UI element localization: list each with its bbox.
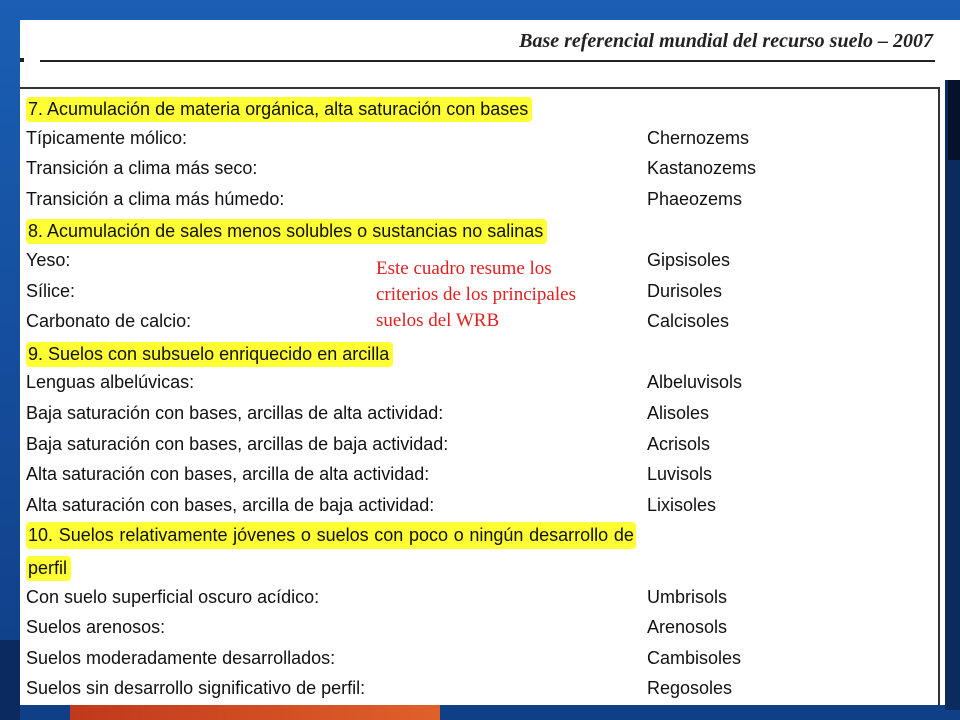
- heading-word: o: [453, 525, 464, 546]
- section-heading-text: 8. Acumulación de sales menos solubles o…: [26, 219, 548, 245]
- slide-right-bar-accent: [948, 80, 960, 160]
- criterion-text: Sílice:: [26, 280, 76, 301]
- criterion-text: Suelos sin desarrollo significativo de p…: [26, 678, 366, 699]
- heading-word: desarrollo: [529, 525, 609, 546]
- section-heading-text: 9. Suelos con subsuelo enriquecido en ar…: [26, 341, 394, 367]
- document-header-title: Base referencial mundial del recurso sue…: [519, 30, 933, 52]
- criterion-text: Lenguas albelúvicas:: [26, 372, 195, 393]
- heading-word: Suelos: [58, 525, 114, 546]
- section-heading-text: perfil: [26, 556, 72, 581]
- slide-bottom-accent: [70, 705, 440, 720]
- criterion-text: Con suelo superficial oscuro acídico:: [26, 586, 320, 607]
- soil-group-name: Cambisoles: [647, 647, 742, 668]
- soil-group-name: Luvisols: [647, 464, 713, 485]
- criterion-text: Carbonato de calcio:: [26, 311, 192, 332]
- document-page: Base referencial mundial del recurso sue…: [20, 20, 945, 705]
- heading-word: poco: [408, 525, 449, 546]
- annotation-line: suelos del WRB: [376, 310, 500, 331]
- criterion-text: Baja saturación con bases, arcillas de a…: [26, 403, 444, 423]
- criterion-text: Transición a clima más seco:: [26, 158, 258, 179]
- heading-word: jóvenes: [233, 525, 296, 546]
- soil-group-name: Regosoles: [647, 678, 733, 699]
- heading-word: de: [613, 525, 634, 546]
- criterion-text: Yeso:: [26, 250, 71, 270]
- criterion-text: Alta saturación con bases, arcilla de al…: [26, 464, 430, 485]
- soil-group-name: Durisoles: [647, 280, 723, 301]
- annotation-line: Este cuadro resume los: [376, 258, 552, 279]
- heading-word: ningún: [469, 525, 524, 546]
- soil-group-name: Albeluvisols: [647, 372, 743, 393]
- criterion-text: Suelos moderadamente desarrollados:: [26, 647, 336, 668]
- heading-word: 10.: [28, 525, 54, 546]
- criterion-text: Baja saturación con bases, arcillas de b…: [26, 433, 449, 454]
- criterion-text: Típicamente mólico:: [26, 127, 188, 148]
- soil-group-name: Gipsisoles: [647, 250, 731, 270]
- soil-group-name: Acrisols: [647, 433, 711, 454]
- criterion-text: Suelos arenosos:: [26, 617, 166, 638]
- soil-group-name: Alisoles: [647, 403, 710, 423]
- annotation-line: criterios de los principales: [376, 284, 576, 305]
- soil-group-name: Arenosols: [647, 617, 728, 638]
- section-heading-text: 10. Suelos relativamente jóvenes o suelos con p…: [28, 525, 634, 546]
- criterion-text: Transición a clima más húmedo:: [26, 188, 285, 209]
- soil-group-name: Phaeozems: [647, 188, 743, 209]
- soil-group-name: Lixisoles: [647, 494, 717, 515]
- heading-word: relativamente: [119, 525, 228, 546]
- classification-table: 7. Acumulación de materia orgánica, alta…: [20, 87, 940, 705]
- soil-group-name: Calcisoles: [647, 311, 730, 332]
- slide-left-accent: [0, 640, 20, 720]
- annotation-note: Este cuadro resume los criterios de los …: [376, 256, 646, 334]
- heading-word: con: [374, 525, 404, 546]
- header-rule: [40, 60, 935, 62]
- section-heading-text: 7. Acumulación de materia orgánica, alta…: [26, 97, 533, 122]
- rule-tick: [20, 58, 24, 62]
- criterion-text: Alta saturación con bases, arcilla de ba…: [26, 494, 435, 515]
- soil-group-name: Umbrisols: [647, 586, 728, 607]
- soil-group-name: Chernozems: [647, 127, 750, 148]
- heading-word: suelos: [316, 525, 369, 546]
- heading-word: o: [300, 525, 311, 546]
- slide-right-bar-top: [945, 20, 960, 80]
- soil-group-name: Kastanozems: [647, 158, 757, 179]
